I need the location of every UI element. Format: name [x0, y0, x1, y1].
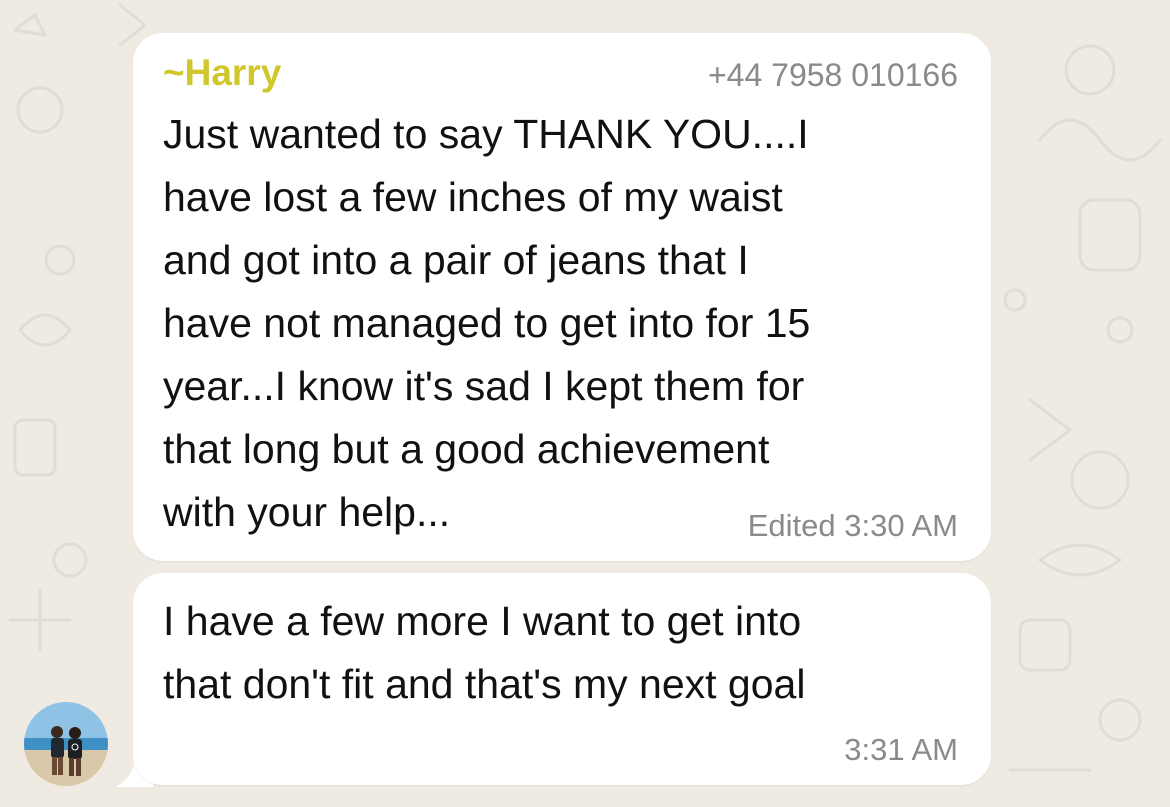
message-timestamp: Edited 3:30 AM: [747, 508, 958, 543]
message-timestamp: 3:31 AM: [844, 732, 958, 767]
contact-avatar[interactable]: [24, 702, 108, 786]
message-text: Just wanted to say THANK YOU....I have l…: [163, 111, 811, 535]
avatar-photo-icon: [24, 702, 108, 786]
sender-name[interactable]: ~Harry: [163, 51, 281, 95]
message-bubble[interactable]: I have a few more I want to get into tha…: [133, 573, 991, 785]
message-text: I have a few more I want to get into tha…: [163, 598, 806, 707]
message-bubble[interactable]: ~Harry +44 7958 010166 Just wanted to sa…: [133, 33, 991, 561]
sender-phone[interactable]: +44 7958 010166: [708, 55, 958, 95]
